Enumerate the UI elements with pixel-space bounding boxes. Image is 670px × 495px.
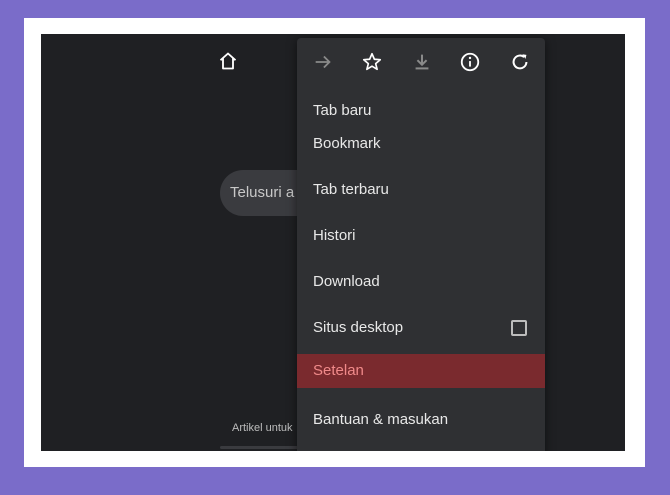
forward-icon[interactable] <box>311 50 335 74</box>
overflow-menu: Tab baru Bookmark Tab terbaru Histori Do… <box>297 38 545 451</box>
menu-item-desktop-site[interactable]: Situs desktop <box>297 311 545 345</box>
download-icon[interactable] <box>410 50 434 74</box>
home-icon[interactable] <box>218 51 238 71</box>
desktop-site-checkbox[interactable] <box>511 320 527 336</box>
info-icon[interactable] <box>458 50 482 74</box>
menu-item-bookmark[interactable]: Bookmark <box>297 127 545 161</box>
search-text: Telusuri a <box>230 184 295 201</box>
menu-item-new-tab[interactable]: Tab baru <box>297 94 545 128</box>
menu-item-download[interactable]: Download <box>297 265 545 299</box>
menu-toolbar <box>297 38 545 86</box>
refresh-icon[interactable] <box>508 50 532 74</box>
browser-screen: Telusuri a Artikel untuk Tab baru Bookma… <box>41 34 625 451</box>
menu-item-help-feedback[interactable]: Bantuan & masukan <box>297 403 545 437</box>
articles-label: Artikel untuk <box>232 422 293 434</box>
menu-item-recent-tabs[interactable]: Tab terbaru <box>297 173 545 207</box>
star-icon[interactable] <box>360 50 384 74</box>
menu-item-settings[interactable]: Setelan <box>297 354 545 388</box>
menu-item-history[interactable]: Histori <box>297 219 545 253</box>
desktop-site-label: Situs desktop <box>313 319 404 336</box>
